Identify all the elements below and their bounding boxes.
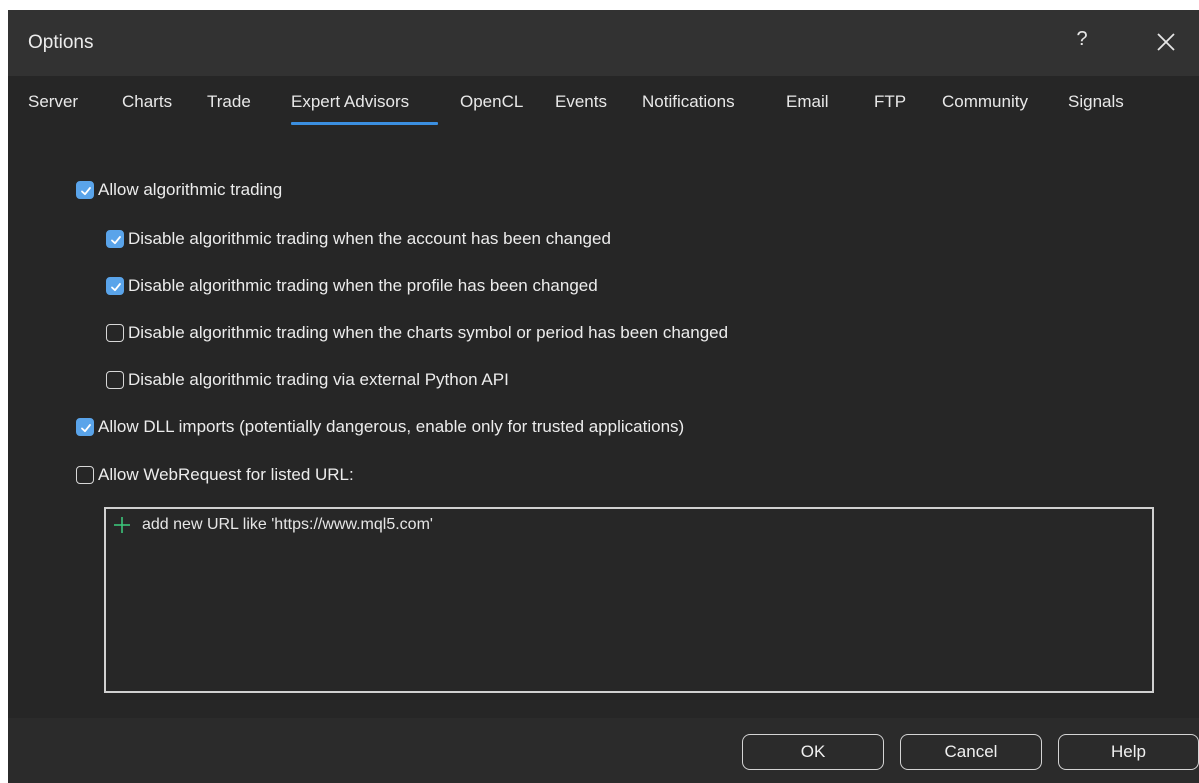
tab-email[interactable]: Email [786,92,829,112]
disable-python-api-option[interactable]: Disable algorithmic trading via external… [106,368,509,392]
tab-expert-advisors[interactable]: Expert Advisors [291,92,409,112]
add-url-hint: add new URL like 'https://www.mql5.com' [142,516,433,533]
help-button[interactable]: Help [1058,734,1199,770]
window-title: Options [28,32,94,53]
tab-bar: Server Charts Trade Expert Advisors Open… [8,92,1199,122]
help-title-button[interactable]: ? [1072,28,1092,51]
disable-profile-changed-label: Disable algorithmic trading when the pro… [128,276,598,295]
options-dialog: Options ? Server Charts Trade Expert Adv… [8,10,1199,783]
tab-notifications[interactable]: Notifications [642,92,735,112]
allow-webrequest-option[interactable]: Allow WebRequest for listed URL: [76,463,354,487]
checkmark-icon [111,283,121,292]
disable-account-changed-label: Disable algorithmic trading when the acc… [128,229,611,248]
allow-algo-trading-option[interactable]: Allow algorithmic trading [76,178,282,202]
tab-server[interactable]: Server [28,92,78,112]
disable-profile-changed-option[interactable]: Disable algorithmic trading when the pro… [106,274,598,298]
checkmark-icon [81,424,91,433]
disable-symbol-changed-checkbox[interactable] [106,324,124,342]
disable-symbol-changed-option[interactable]: Disable algorithmic trading when the cha… [106,321,728,345]
disable-profile-changed-checkbox[interactable] [106,277,124,295]
ok-button[interactable]: OK [742,734,884,770]
dialog-footer: OK Cancel Help [8,718,1199,783]
tab-community[interactable]: Community [942,92,1028,112]
checkmark-icon [111,236,121,245]
active-tab-indicator [291,122,438,125]
allow-webrequest-checkbox[interactable] [76,466,94,484]
allow-dll-label: Allow DLL imports (potentially dangerous… [98,417,685,436]
allow-webrequest-label: Allow WebRequest for listed URL: [98,465,354,484]
disable-python-api-label: Disable algorithmic trading via external… [128,370,509,389]
allow-algo-trading-checkbox[interactable] [76,181,94,199]
disable-python-api-checkbox[interactable] [106,371,124,389]
plus-icon [114,517,130,533]
add-url-item[interactable]: add new URL like 'https://www.mql5.com' [112,515,433,535]
tab-trade[interactable]: Trade [207,92,251,112]
allow-algo-trading-label: Allow algorithmic trading [98,180,283,199]
checkmark-icon [81,187,91,196]
tab-opencl[interactable]: OpenCL [460,92,523,112]
tab-ftp[interactable]: FTP [874,92,906,112]
tab-signals[interactable]: Signals [1068,92,1124,112]
title-bar: Options ? [8,10,1199,76]
cancel-button[interactable]: Cancel [900,734,1042,770]
options-content: Server Charts Trade Expert Advisors Open… [8,76,1199,718]
url-list[interactable]: add new URL like 'https://www.mql5.com' [104,507,1154,693]
allow-dll-option[interactable]: Allow DLL imports (potentially dangerous… [76,415,684,439]
tab-events[interactable]: Events [555,92,607,112]
disable-account-changed-checkbox[interactable] [106,230,124,248]
tab-charts[interactable]: Charts [122,92,172,112]
allow-dll-checkbox[interactable] [76,418,94,436]
disable-account-changed-option[interactable]: Disable algorithmic trading when the acc… [106,227,611,251]
close-icon[interactable] [1152,28,1180,56]
disable-symbol-changed-label: Disable algorithmic trading when the cha… [128,323,729,342]
